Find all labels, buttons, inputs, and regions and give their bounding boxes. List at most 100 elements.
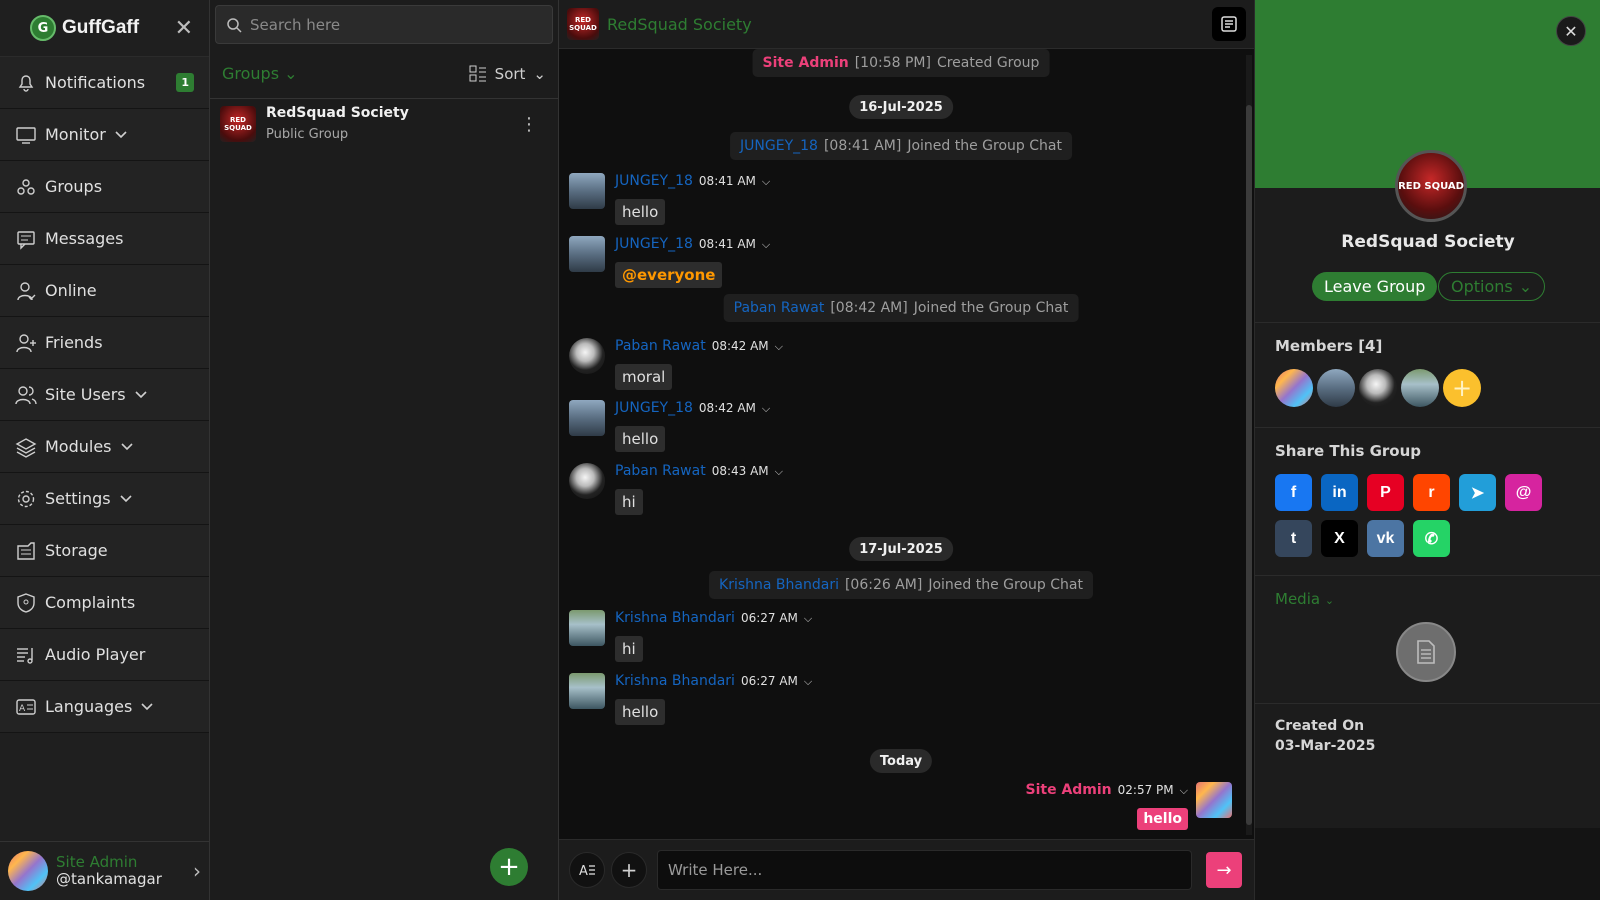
whatsapp-share-button[interactable]: ✆ [1413,520,1450,557]
sidebar-item-friends[interactable]: Friends [0,317,209,369]
message-avatar[interactable] [1196,782,1232,818]
sidebar-item-label: Languages [45,697,133,716]
chevron-down-icon[interactable]: ⌵ [762,238,770,252]
profile-footer[interactable]: Site Admin @tankamagar › [0,841,209,900]
add-friend-icon [15,332,37,354]
groups-filter-dropdown[interactable]: Groups ⌄ [222,64,298,83]
sidebar-item-complaints[interactable]: Complaints [0,577,209,629]
message-avatar[interactable] [569,236,605,272]
sidebar-item-groups[interactable]: Groups [0,161,209,213]
chevron-down-icon [119,489,133,508]
sidebar-item-site-users[interactable]: Site Users [0,369,209,421]
event-user[interactable]: Site Admin [763,55,849,71]
chevron-down-icon [114,125,128,144]
close-icon[interactable]: ✕ [1556,16,1586,46]
chat-scrollbar[interactable] [1246,55,1252,835]
text-format-button[interactable]: A [569,852,605,888]
message-avatar[interactable] [569,173,605,209]
sidebar-item-storage[interactable]: Storage [0,525,209,577]
search-box [215,5,553,44]
message-username[interactable]: JUNGEY_18 [615,400,693,416]
chat-info-button[interactable] [1212,7,1246,41]
arrow-right-icon: → [1216,859,1232,881]
message-input[interactable] [657,850,1192,890]
message-username[interactable]: JUNGEY_18 [615,173,693,189]
x-share-button[interactable]: X [1321,520,1358,557]
linkedin-share-button[interactable]: in [1321,474,1358,511]
share-buttons: f in Pr ➤ @ t Xvk ✆ [1275,474,1581,557]
send-button[interactable]: → [1206,852,1242,888]
group-name: RedSquad Society [266,105,409,121]
member-avatar[interactable] [1359,369,1397,407]
message-body: Krishna Bhandari 06:27 AM ⌵ hi [615,610,812,662]
message-avatar[interactable] [569,673,605,709]
chevron-down-icon[interactable]: ⌵ [762,175,770,189]
avatar [8,851,48,891]
event-user[interactable]: Krishna Bhandari [719,577,839,593]
add-group-button[interactable]: + [490,848,528,886]
options-dropdown[interactable]: Options ⌄ [1438,272,1546,301]
close-sidebar-icon[interactable]: ✕ [175,16,193,41]
add-member-button[interactable]: + [1443,369,1481,407]
facebook-share-button[interactable]: f [1275,474,1312,511]
chevron-down-icon[interactable]: ⌵ [775,465,783,479]
message-avatar[interactable] [569,338,605,374]
scrollbar-thumb[interactable] [1246,105,1252,825]
sidebar-item-notifications[interactable]: Notifications 1 [0,57,209,109]
media-section: Media ⌄ [1255,576,1600,704]
chevron-down-icon[interactable]: ⌵ [762,402,770,416]
message-username[interactable]: Krishna Bhandari [615,610,735,626]
chevron-down-icon[interactable]: ⌵ [1180,784,1188,798]
sidebar-item-label: Site Users [45,385,126,404]
message-avatar[interactable] [569,400,605,436]
sidebar-item-modules[interactable]: Modules [0,421,209,473]
message-username[interactable]: Paban Rawat [615,338,706,354]
pinterest-share-button[interactable]: P [1367,474,1404,511]
chevron-down-icon: ⌄ [1324,594,1335,607]
event-user[interactable]: JUNGEY_18 [740,138,818,154]
more-vertical-icon[interactable]: ⋮ [520,114,538,135]
chevron-down-icon[interactable]: ⌵ [804,675,812,689]
sidebar-item-online[interactable]: Online [0,265,209,317]
message-username[interactable]: JUNGEY_18 [615,236,693,252]
event-user[interactable]: Paban Rawat [734,300,825,316]
chat-group-avatar[interactable]: RED SQUAD [567,8,599,40]
telegram-share-button[interactable]: ➤ [1459,474,1496,511]
message-bubble: hi [615,636,643,662]
sidebar-item-monitor[interactable]: Monitor [0,109,209,161]
member-avatar[interactable] [1401,369,1439,407]
member-avatar[interactable] [1275,369,1313,407]
message-username[interactable]: Paban Rawat [615,463,706,479]
sidebar-item-messages[interactable]: Messages [0,213,209,265]
search-input[interactable] [250,15,540,34]
threads-share-button[interactable]: @ [1505,474,1542,511]
sort-control[interactable]: Sort ⌄ [469,65,546,83]
sidebar-item-label: Notifications [45,73,146,92]
member-avatar[interactable] [1317,369,1355,407]
message-avatar[interactable] [569,463,605,499]
sidebar-item-audio-player[interactable]: Audio Player [0,629,209,681]
leave-group-button[interactable]: Leave Group [1312,272,1438,301]
sidebar-item-settings[interactable]: Settings [0,473,209,525]
vk-share-button[interactable]: vk [1367,520,1404,557]
attach-plus-button[interactable]: + [611,852,647,888]
message-composer: A + → [559,839,1254,900]
message-avatar[interactable] [569,610,605,646]
chevron-down-icon[interactable]: ⌵ [775,340,783,354]
profile-handle: @tankamagar [56,870,162,888]
chevron-down-icon[interactable]: ⌵ [804,612,812,626]
chevron-down-icon [120,437,134,456]
sidebar-item-languages[interactable]: A Languages [0,681,209,733]
message-username[interactable]: Krishna Bhandari [615,673,735,689]
list-item[interactable]: RED SQUAD RedSquad Society Public Group … [210,99,558,149]
media-dropdown[interactable]: Media ⌄ [1275,590,1581,608]
chevron-right-icon[interactable]: › [193,859,201,883]
online-user-icon [15,280,37,302]
layout-grid-icon[interactable] [469,65,487,83]
chat-message: JUNGEY_18 08:41 AM ⌵ @everyone [569,236,770,288]
tumblr-share-button[interactable]: t [1275,520,1312,557]
document-icon[interactable] [1396,622,1456,682]
reddit-share-button[interactable]: r [1413,474,1450,511]
message-username[interactable]: Site Admin [1026,782,1112,798]
chat-title[interactable]: RedSquad Society [607,15,752,34]
